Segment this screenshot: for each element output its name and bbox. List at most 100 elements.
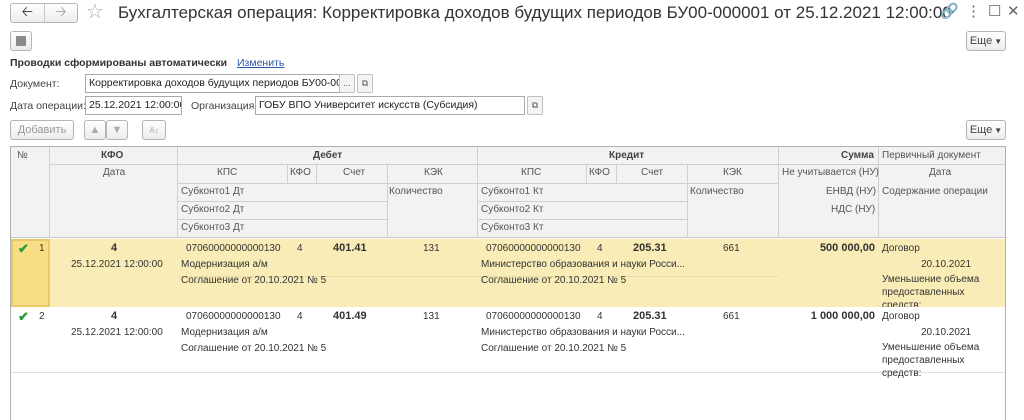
organization-field[interactable]: ГОБУ ВПО Университет искусств (Субсидия) <box>255 96 525 115</box>
col-doc-date[interactable]: Дата <box>929 165 951 181</box>
col-sub1-kt[interactable]: Субконто1 Кт <box>481 184 543 200</box>
add-button[interactable]: Добавить <box>10 120 74 140</box>
back-button[interactable]: 🡠 <box>11 3 44 22</box>
date-label: Дата операции: <box>10 100 86 112</box>
row-date[interactable]: 25.12.2021 12:00:00 <box>71 257 163 272</box>
row-doc-date[interactable]: 20.10.2021 <box>921 325 971 340</box>
document-label: Документ: <box>10 78 60 90</box>
open-document-icon[interactable]: ⧉ <box>357 74 373 93</box>
dt-kps[interactable]: 07060000000000130 <box>186 241 281 256</box>
col-debit[interactable]: Дебет <box>313 148 342 164</box>
dt-kek[interactable]: 131 <box>423 241 440 256</box>
col-dt-kfo[interactable]: КФО <box>290 165 311 181</box>
col-sub2-dt[interactable]: Субконто2 Дт <box>181 202 244 218</box>
kt-kps[interactable]: 07060000000000130 <box>486 309 581 324</box>
dropdown-arrow-icon: ▼ <box>994 125 1003 135</box>
arrow-left-icon: 🡠 <box>21 3 33 19</box>
dropdown-arrow-icon: ▼ <box>994 36 1003 46</box>
col-kt-qty[interactable]: Количество <box>690 184 744 200</box>
kt-subconto2[interactable]: Соглашение от 20.10.2021 № 5 <box>481 273 626 288</box>
more-vertical-icon[interactable]: ⋮ <box>966 2 981 22</box>
select-document-button[interactable]: ... <box>339 74 355 93</box>
row-doc-date[interactable]: 20.10.2021 <box>921 257 971 272</box>
col-dt-kps[interactable]: КПС <box>217 165 237 181</box>
dt-subconto1[interactable]: Модернизация а/м <box>181 325 268 340</box>
col-dt-kek[interactable]: КЭК <box>424 165 443 181</box>
kt-account[interactable]: 205.31 <box>633 309 667 324</box>
dt-subconto1[interactable]: Модернизация а/м <box>181 257 268 272</box>
col-sub3-dt[interactable]: Субконто3 Дт <box>181 220 244 236</box>
dt-account[interactable]: 401.41 <box>333 241 367 256</box>
col-num[interactable]: № <box>17 148 28 164</box>
row-doc[interactable]: Договор <box>882 241 920 256</box>
link-icon[interactable]: 🔗 <box>940 2 959 22</box>
maximize-icon[interactable]: ☐ <box>988 2 1001 22</box>
arrow-down-icon: ▼ <box>111 124 123 136</box>
kt-kfo[interactable]: 4 <box>597 241 603 256</box>
arrow-up-icon: ▲ <box>89 124 101 136</box>
col-kt-kek[interactable]: КЭК <box>723 165 742 181</box>
document-field[interactable]: Корректировка доходов будущих периодов Б… <box>85 74 340 93</box>
dt-kek[interactable]: 131 <box>423 309 440 324</box>
row-date[interactable]: 25.12.2021 12:00:00 <box>71 325 163 340</box>
table-row[interactable]: ✔ 2 4 25.12.2021 12:00:00 07060000000000… <box>11 307 1005 379</box>
move-down-button[interactable]: ▼ <box>106 120 128 140</box>
col-kt-kfo[interactable]: КФО <box>589 165 610 181</box>
save-button[interactable] <box>10 31 32 51</box>
table-row[interactable]: ✔ 1 4 25.12.2021 12:00:00 07060000000000… <box>11 239 1005 311</box>
col-sum[interactable]: Сумма <box>841 148 874 164</box>
row-kfo[interactable]: 4 <box>111 309 117 324</box>
favorite-star-icon[interactable]: ☆ <box>86 1 104 23</box>
table-header: № КФО Дата Дебет КПС КФО Счет КЭК Количе… <box>11 147 1005 238</box>
col-not-counted[interactable]: Не учитывается (НУ) <box>782 165 879 181</box>
close-icon[interactable]: ✕ <box>1007 2 1020 22</box>
col-vat[interactable]: НДС (НУ) <box>831 202 875 218</box>
row-sum[interactable]: 1 000 000,00 <box>779 309 875 324</box>
row-sum[interactable]: 500 000,00 <box>779 241 875 256</box>
nav-buttons: 🡠 🡢 <box>10 3 78 23</box>
organization-label: Организация: <box>191 100 258 112</box>
open-organization-icon[interactable]: ⧉ <box>527 96 543 115</box>
kt-subconto2[interactable]: Соглашение от 20.10.2021 № 5 <box>481 341 626 356</box>
col-dt-account[interactable]: Счет <box>343 165 365 181</box>
col-sub1-dt[interactable]: Субконто1 Дт <box>181 184 244 200</box>
col-sub2-kt[interactable]: Субконто2 Кт <box>481 202 543 218</box>
col-dt-qty[interactable]: Количество <box>389 184 443 200</box>
more-button-table[interactable]: Еще ▼ <box>966 120 1006 140</box>
postings-status: Проводки сформированы автоматически <box>10 57 228 69</box>
change-postings-link[interactable]: Изменить <box>237 57 284 69</box>
row-kfo[interactable]: 4 <box>111 241 117 256</box>
kt-kps[interactable]: 07060000000000130 <box>486 241 581 256</box>
dt-kfo[interactable]: 4 <box>297 241 303 256</box>
kt-subconto1[interactable]: Министерство образования и науки Росси..… <box>481 257 686 272</box>
col-sub3-kt[interactable]: Субконто3 Кт <box>481 220 543 236</box>
col-date[interactable]: Дата <box>103 165 125 181</box>
dt-kps[interactable]: 07060000000000130 <box>186 309 281 324</box>
col-kfo[interactable]: КФО <box>101 148 123 164</box>
dt-kfo[interactable]: 4 <box>297 309 303 324</box>
posted-check-icon: ✔ <box>18 241 29 256</box>
move-up-button[interactable]: ▲ <box>84 120 106 140</box>
col-op-content[interactable]: Содержание операции <box>882 184 988 200</box>
col-kt-account[interactable]: Счет <box>641 165 663 181</box>
kt-subconto1[interactable]: Министерство образования и науки Росси..… <box>481 325 686 340</box>
dt-subconto2[interactable]: Соглашение от 20.10.2021 № 5 <box>181 341 326 356</box>
col-credit[interactable]: Кредит <box>609 148 644 164</box>
dt-account[interactable]: 401.49 <box>333 309 367 324</box>
arrow-right-icon: 🡢 <box>55 3 67 19</box>
date-field[interactable]: 25.12.2021 12:00:00 <box>85 96 182 115</box>
col-envd[interactable]: ЕНВД (НУ) <box>826 184 876 200</box>
col-kt-kps[interactable]: КПС <box>521 165 541 181</box>
col-primary-doc[interactable]: Первичный документ <box>882 148 981 164</box>
row-content[interactable]: Уменьшение объема предоставленных средст… <box>882 341 1005 380</box>
kt-kek[interactable]: 661 <box>723 309 740 324</box>
kt-kfo[interactable]: 4 <box>597 309 603 324</box>
row-doc[interactable]: Договор <box>882 309 920 324</box>
kt-account[interactable]: 205.31 <box>633 241 667 256</box>
sort-icon: A↕ <box>149 125 159 135</box>
kt-kek[interactable]: 661 <box>723 241 740 256</box>
forward-button[interactable]: 🡢 <box>43 3 78 22</box>
dt-subconto2[interactable]: Соглашение от 20.10.2021 № 5 <box>181 273 326 288</box>
sort-button[interactable]: A↕ <box>142 120 166 140</box>
more-button-top[interactable]: Еще ▼ <box>966 31 1006 51</box>
